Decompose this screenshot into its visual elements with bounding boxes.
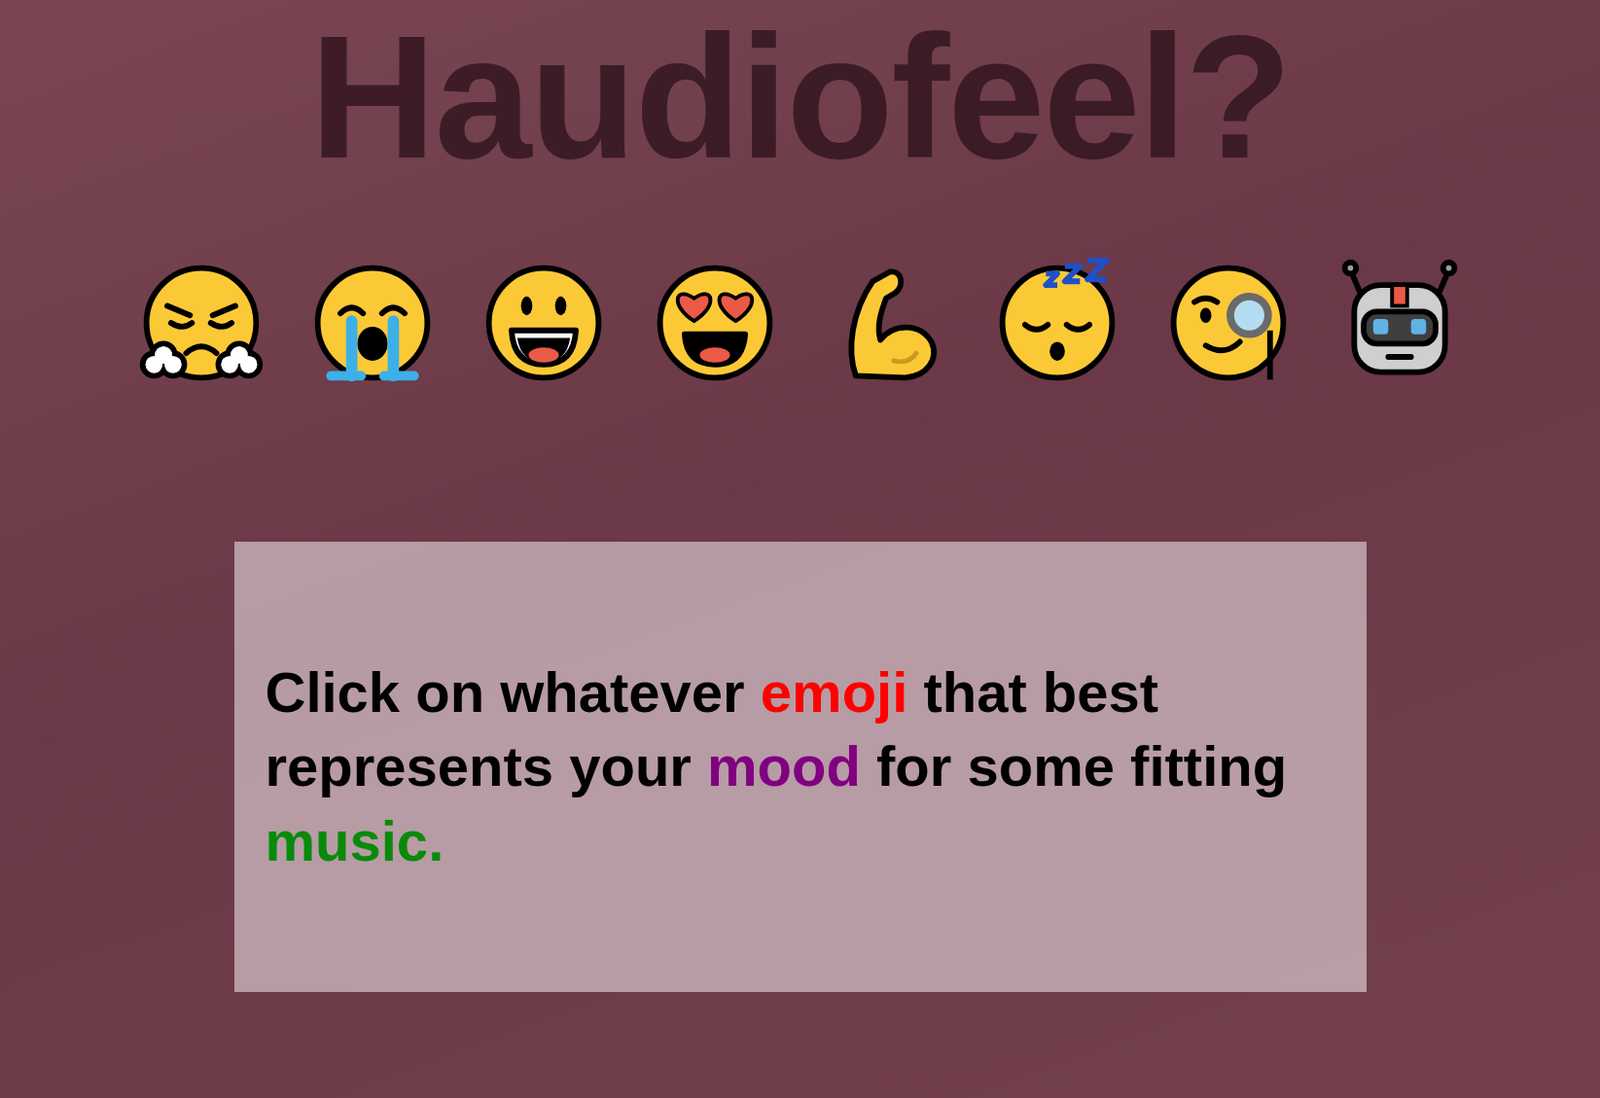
emoji-button[interactable] bbox=[989, 254, 1126, 392]
angry-emoji-icon bbox=[133, 254, 270, 392]
sleeping-emoji-icon bbox=[989, 254, 1126, 392]
emoji-button[interactable] bbox=[475, 254, 612, 392]
instruction-text: Click on whatever emoji that best repres… bbox=[265, 655, 1336, 880]
instruction-word: music. bbox=[265, 809, 445, 873]
instruction-word: mood bbox=[707, 734, 861, 798]
background-picture: Haudiofeel? Click on whatever emoji that… bbox=[0, 0, 1600, 1098]
bicep-emoji-icon bbox=[817, 254, 955, 392]
emoji-button[interactable] bbox=[133, 254, 270, 392]
emoji-button[interactable] bbox=[817, 254, 955, 392]
robot-emoji-icon bbox=[1331, 254, 1468, 392]
emoji-button[interactable] bbox=[304, 254, 441, 392]
smile-emoji-icon bbox=[475, 254, 612, 392]
hearteyes-emoji-icon bbox=[646, 254, 783, 392]
emoji-button[interactable] bbox=[646, 254, 783, 392]
page-title: Haudiofeel? bbox=[309, 9, 1290, 185]
instruction-word: Click on whatever bbox=[265, 660, 746, 724]
emoji-row bbox=[133, 254, 1468, 392]
instruction-word: for some fitting bbox=[876, 734, 1287, 798]
emoji-button[interactable] bbox=[1331, 254, 1468, 392]
instruction-word: emoji bbox=[760, 660, 909, 724]
monocle-emoji-icon bbox=[1160, 254, 1297, 392]
instruction-panel: Click on whatever emoji that best repres… bbox=[234, 541, 1367, 993]
crying-emoji-icon bbox=[304, 254, 441, 392]
emoji-button[interactable] bbox=[1160, 254, 1297, 392]
